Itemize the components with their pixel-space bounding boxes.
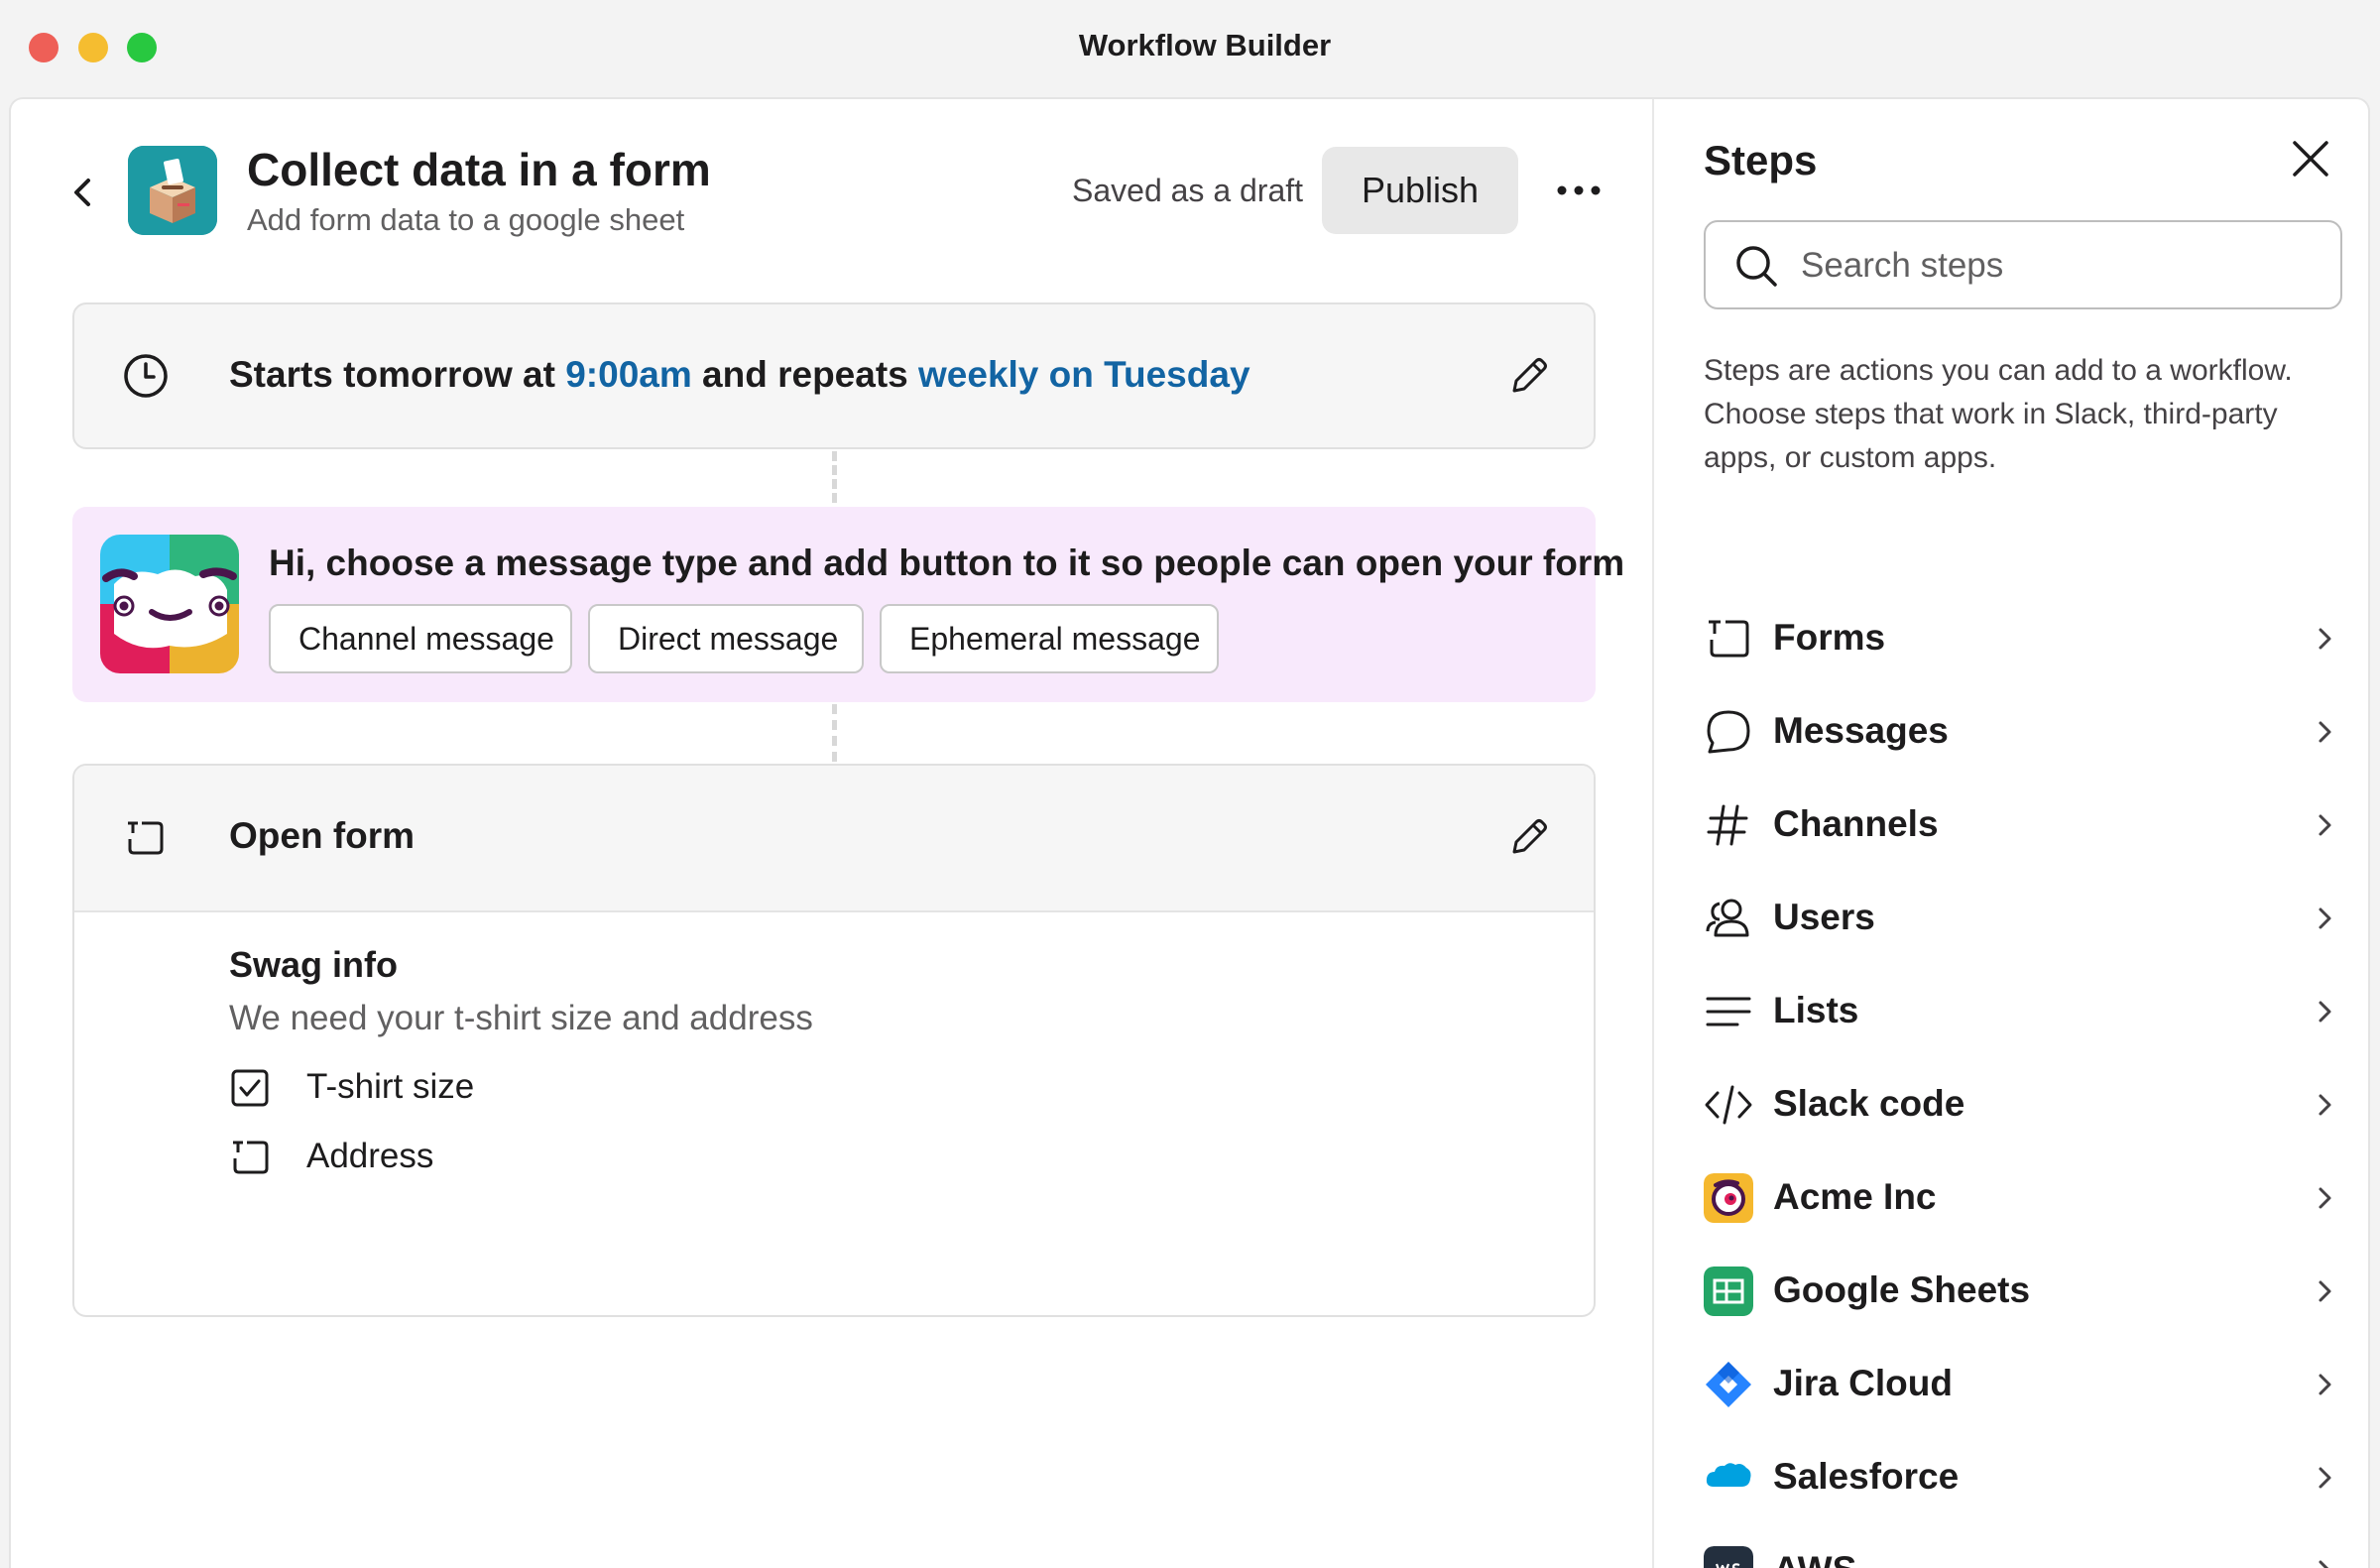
step-category-aws[interactable]: AWS (1704, 1531, 2342, 1568)
connector-line (832, 451, 837, 503)
prompt-text: Hi, choose a message type and add button… (269, 543, 1625, 583)
step-category-lists[interactable]: Lists (1704, 972, 2342, 1051)
schedule-middle: and repeats (691, 354, 919, 395)
chevron-right-icon (2319, 907, 2331, 929)
connector-line (832, 704, 837, 762)
step-category-label: Salesforce (1773, 1456, 1960, 1497)
step-category-label: Google Sheets (1773, 1269, 2031, 1310)
step-category-label: Lists (1773, 990, 1859, 1030)
hash-icon (1707, 804, 1748, 846)
users-icon (1706, 899, 1749, 937)
list-icon (1706, 997, 1751, 1026)
jira-icon (1706, 1362, 1751, 1407)
workflow-canvas: Collect data in a form Add form data to … (11, 99, 1652, 1568)
step-category-label: AWS (1773, 1549, 1856, 1568)
app-window: Collect data in a form Add form data to … (9, 97, 2370, 1568)
step-category-label: Messages (1773, 710, 1949, 751)
draft-status: Saved as a draft (1072, 173, 1304, 208)
direct-message-button[interactable]: Direct message (588, 604, 864, 673)
chevron-right-icon (2319, 1467, 2331, 1489)
step-category-google-sheets[interactable]: Google Sheets (1704, 1252, 2342, 1331)
step-category-slack-code[interactable]: Slack code (1704, 1065, 2342, 1145)
search-input[interactable] (1801, 236, 2317, 296)
code-icon (1705, 1085, 1752, 1125)
form-step-header: Open form (74, 766, 1594, 912)
acme-logo-icon (1704, 1173, 1753, 1223)
chevron-right-icon (2319, 1374, 2331, 1395)
step-category-forms[interactable]: Forms (1704, 599, 2342, 678)
steps-description: Steps are actions you can add to a workf… (1704, 354, 2293, 474)
schedule-time-link[interactable]: 9:00am (565, 354, 692, 395)
schedule-trigger-card[interactable]: Starts tomorrow at 9:00am and repeats we… (72, 302, 1596, 449)
steps-panel: Steps Steps are actions you can add to a… (1654, 99, 2368, 1568)
step-category-label: Forms (1773, 617, 1886, 658)
window-title: Workflow Builder (1078, 28, 1332, 62)
message-type-prompt: Hi, choose a message type and add button… (72, 507, 1624, 702)
form-step-title: Open form (229, 815, 416, 856)
chevron-right-icon (2319, 1001, 2331, 1023)
form-icon (1709, 620, 1749, 658)
text-field-icon (233, 1141, 269, 1174)
chevron-right-icon (2319, 628, 2331, 650)
schedule-recurrence-link[interactable]: weekly on Tuesday (918, 354, 1250, 395)
chevron-right-icon (2319, 1280, 2331, 1302)
salesforce-icon (1706, 1463, 1751, 1487)
chevron-right-icon (2319, 1187, 2331, 1209)
chevron-right-icon (2319, 1560, 2329, 1568)
form-name: Swag info (229, 944, 398, 985)
step-category-label: Channels (1773, 803, 1939, 844)
clock-icon (124, 354, 168, 398)
step-category-label: Acme Inc (1773, 1176, 1937, 1217)
message-bubble-icon (1707, 710, 1750, 754)
ephemeral-message-button[interactable]: Ephemeral message (880, 604, 1219, 673)
pencil-icon[interactable] (1504, 351, 1554, 401)
schedule-prefix: Starts tomorrow at (229, 354, 566, 395)
back-arrow-icon[interactable] (62, 171, 102, 214)
pencil-icon[interactable] (1504, 812, 1554, 862)
step-category-acme-inc[interactable]: Acme Inc (1704, 1158, 2342, 1238)
workflow-subtitle: Add form data to a google sheet (247, 202, 685, 237)
steps-search-box[interactable] (1704, 220, 2342, 309)
step-category-jira-cloud[interactable]: Jira Cloud (1704, 1345, 2342, 1424)
steps-panel-title: Steps (1704, 137, 1818, 183)
form-field-label: Address (306, 1137, 434, 1175)
more-options-icon[interactable] (1544, 171, 1613, 210)
step-category-users[interactable]: Users (1704, 879, 2342, 958)
search-icon (1736, 246, 1777, 287)
step-category-label: Users (1773, 897, 1875, 937)
checkbox-icon (231, 1069, 269, 1107)
aws-icon (1704, 1546, 1753, 1568)
close-icon[interactable] (2289, 137, 2332, 181)
chevron-right-icon (2319, 721, 2331, 743)
chevron-right-icon (2319, 814, 2331, 836)
publish-button[interactable]: Publish (1322, 147, 1518, 234)
form-icon (128, 821, 164, 855)
workflow-title: Collect data in a form (247, 144, 711, 195)
chevron-right-icon (2319, 1094, 2331, 1116)
step-category-messages[interactable]: Messages (1704, 692, 2342, 772)
schedule-description: Starts tomorrow at 9:00am and repeats we… (229, 354, 1250, 396)
channel-message-button[interactable]: Channel message (269, 604, 572, 673)
step-category-salesforce[interactable]: Salesforce (1704, 1438, 2342, 1517)
step-category-label: Slack code (1773, 1083, 1965, 1124)
title-bar: Workflow Builder (0, 0, 2380, 97)
slackbot-mascot-icon (100, 535, 239, 673)
step-category-channels[interactable]: Channels (1704, 785, 2342, 865)
google-sheets-icon (1704, 1266, 1753, 1316)
form-field-label: T-shirt size (306, 1067, 475, 1106)
step-category-label: Jira Cloud (1773, 1363, 1953, 1403)
workflow-app-icon (128, 146, 217, 235)
form-description: We need your t-shirt size and address (229, 999, 813, 1037)
open-form-step-card[interactable]: Open form Swag info We need your t-shirt… (72, 764, 1596, 1317)
